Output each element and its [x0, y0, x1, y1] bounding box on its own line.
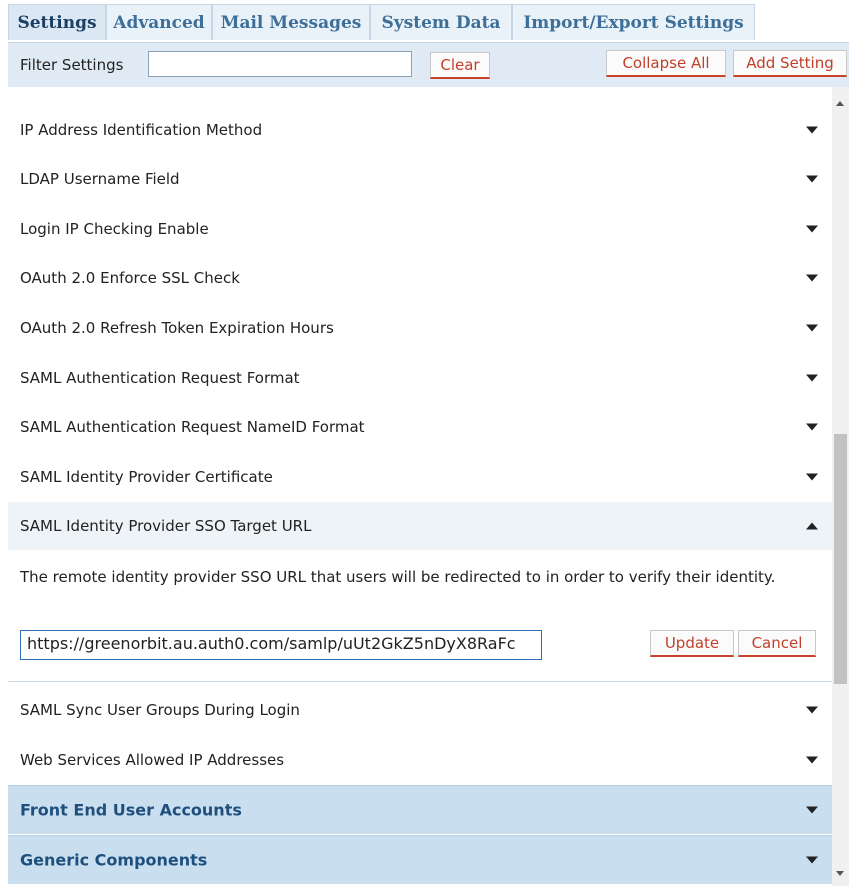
tab-bar: Settings Advanced Mail Messages System D… — [0, 0, 849, 44]
chevron-down-icon[interactable] — [806, 324, 818, 332]
setting-label: LDAP Username Field — [20, 170, 180, 188]
filter-settings-label: Filter Settings — [20, 56, 124, 74]
setting-row-web-services-allowed-ip-addresses[interactable]: Web Services Allowed IP Addresses — [8, 735, 832, 784]
tab-mail-messages[interactable]: Mail Messages — [212, 4, 370, 40]
setting-description: The remote identity provider SSO URL tha… — [20, 568, 776, 586]
filter-bar: Filter Settings Clear Collapse All Add S… — [8, 42, 849, 87]
chevron-down-icon[interactable] — [806, 856, 818, 864]
setting-label: OAuth 2.0 Enforce SSL Check — [20, 269, 240, 287]
tab-system-data[interactable]: System Data — [370, 4, 512, 40]
tab-settings[interactable]: Settings — [8, 4, 106, 40]
scroll-down-icon[interactable] — [836, 871, 844, 876]
chevron-down-icon[interactable] — [806, 374, 818, 382]
setting-label: OAuth 2.0 Refresh Token Expiration Hours — [20, 319, 334, 337]
tab-import-export-settings[interactable]: Import/Export Settings — [512, 4, 755, 40]
setting-label: SAML Authentication Request Format — [20, 369, 300, 387]
chevron-down-icon[interactable] — [806, 756, 818, 764]
clear-button[interactable]: Clear — [430, 52, 490, 79]
add-setting-button[interactable]: Add Setting — [733, 50, 847, 77]
setting-row-saml-identity-provider-certificate[interactable]: SAML Identity Provider Certificate — [8, 452, 832, 501]
setting-row-ldap-username-field[interactable]: LDAP Username Field — [8, 154, 832, 203]
chevron-down-icon[interactable] — [806, 473, 818, 481]
setting-row-saml-authentication-request-format[interactable]: SAML Authentication Request Format — [8, 353, 832, 402]
setting-row-saml-authentication-request-nameid-format[interactable]: SAML Authentication Request NameID Forma… — [8, 402, 832, 451]
setting-row-ip-address-identification-method[interactable]: IP Address Identification Method — [8, 105, 832, 154]
setting-row-oauth-enforce-ssl-check[interactable]: OAuth 2.0 Enforce SSL Check — [8, 253, 832, 302]
setting-row-oauth-refresh-token-expiration-hours[interactable]: OAuth 2.0 Refresh Token Expiration Hours — [8, 303, 832, 352]
settings-list: IP Address Identification Method LDAP Us… — [8, 87, 832, 886]
setting-label: IP Address Identification Method — [20, 121, 263, 139]
setting-row-saml-sync-user-groups-during-login[interactable]: SAML Sync User Groups During Login — [8, 685, 832, 734]
setting-label: SAML Identity Provider Certificate — [20, 468, 273, 486]
setting-row-saml-identity-provider-sso-target-url[interactable]: SAML Identity Provider SSO Target URL — [8, 501, 832, 550]
setting-label: SAML Sync User Groups During Login — [20, 701, 300, 719]
filter-settings-input[interactable] — [148, 51, 412, 77]
update-button[interactable]: Update — [650, 630, 734, 657]
setting-editor: The remote identity provider SSO URL tha… — [8, 550, 832, 682]
scrollbar[interactable] — [832, 87, 849, 886]
chevron-down-icon[interactable] — [806, 126, 818, 134]
chevron-down-icon[interactable] — [806, 175, 818, 183]
setting-label: SAML Identity Provider SSO Target URL — [20, 517, 312, 535]
scrollbar-thumb[interactable] — [834, 434, 847, 684]
chevron-down-icon[interactable] — [806, 706, 818, 714]
chevron-down-icon[interactable] — [806, 423, 818, 431]
group-label: Generic Components — [20, 850, 208, 870]
chevron-down-icon[interactable] — [806, 806, 818, 814]
group-label: Front End User Accounts — [20, 800, 242, 820]
tab-advanced[interactable]: Advanced — [106, 4, 212, 40]
chevron-up-icon[interactable] — [806, 522, 818, 530]
chevron-down-icon[interactable] — [806, 274, 818, 282]
scroll-up-icon[interactable] — [836, 101, 844, 106]
setting-label: Login IP Checking Enable — [20, 220, 209, 238]
collapse-all-button[interactable]: Collapse All — [606, 50, 726, 77]
group-header-front-end-user-accounts[interactable]: Front End User Accounts — [8, 785, 832, 834]
setting-label: Web Services Allowed IP Addresses — [20, 751, 285, 769]
group-header-generic-components[interactable]: Generic Components — [8, 835, 832, 884]
chevron-down-icon[interactable] — [806, 225, 818, 233]
setting-row-login-ip-checking-enable[interactable]: Login IP Checking Enable — [8, 204, 832, 253]
sso-target-url-input[interactable]: https://greenorbit.au.auth0.com/samlp/uU… — [20, 630, 542, 660]
setting-label: SAML Authentication Request NameID Forma… — [20, 418, 365, 436]
cancel-button[interactable]: Cancel — [738, 630, 816, 657]
